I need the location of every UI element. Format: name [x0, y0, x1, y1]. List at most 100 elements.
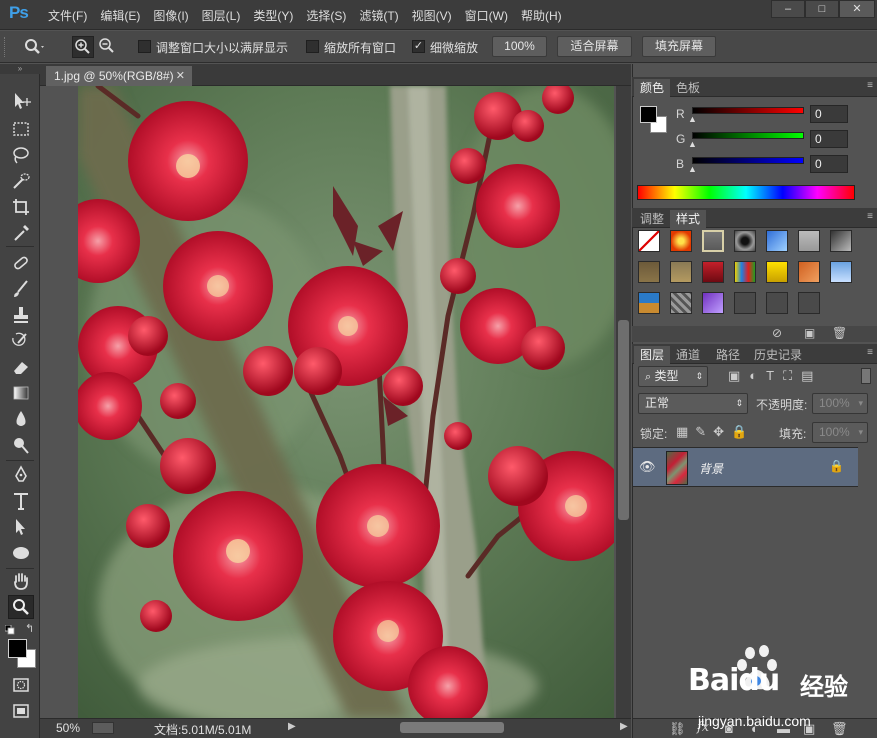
- close-button[interactable]: ✕: [839, 0, 875, 18]
- menu-item-3[interactable]: 图层(L): [202, 7, 241, 24]
- b-value-field[interactable]: 0: [810, 155, 848, 173]
- toolbar-collapse-icon[interactable]: »: [0, 64, 40, 74]
- document-tab-close-icon[interactable]: ✕: [176, 66, 185, 86]
- style-preset-4[interactable]: [766, 230, 788, 252]
- fit-screen-button[interactable]: 适合屏幕: [557, 36, 632, 57]
- blend-mode-dropdown[interactable]: 正常 ⇕: [638, 393, 748, 414]
- tab-paths[interactable]: 路径: [710, 346, 746, 364]
- tab-swatches[interactable]: 色板: [670, 79, 706, 97]
- zoom-level[interactable]: 50%: [56, 721, 80, 735]
- style-preset-9[interactable]: [702, 261, 724, 283]
- menu-item-1[interactable]: 编辑(E): [100, 7, 140, 24]
- lasso-tool-icon[interactable]: [8, 144, 34, 168]
- style-preset-19[interactable]: [798, 292, 820, 314]
- style-preset-17[interactable]: [734, 292, 756, 314]
- g-slider[interactable]: [692, 132, 804, 139]
- style-preset-18[interactable]: [766, 292, 788, 314]
- gradient-tool-icon[interactable]: [8, 382, 34, 406]
- blur-tool-icon[interactable]: [8, 408, 34, 432]
- menu-item-0[interactable]: 文件(F): [48, 7, 87, 24]
- style-preset-1[interactable]: [670, 230, 692, 252]
- layer-name[interactable]: 背景: [699, 460, 723, 477]
- tab-color[interactable]: 颜色: [634, 79, 671, 97]
- layer-visibility-eye-icon[interactable]: 👁: [639, 459, 656, 475]
- style-preset-0[interactable]: [638, 230, 660, 252]
- delete-style-icon[interactable]: 🗑: [832, 326, 847, 340]
- document-image[interactable]: [78, 86, 614, 718]
- tab-channels[interactable]: 通道: [670, 346, 706, 364]
- swap-colors-icon[interactable]: ↰: [25, 623, 37, 635]
- pen-tool-icon[interactable]: [8, 464, 34, 488]
- quick-selection-tool-icon[interactable]: [8, 170, 34, 194]
- new-style-icon[interactable]: ▣: [804, 326, 815, 340]
- history-brush-tool-icon[interactable]: [8, 330, 34, 354]
- style-preset-16[interactable]: [702, 292, 724, 314]
- layer-filter-toggle[interactable]: [861, 368, 871, 384]
- brush-tool-icon[interactable]: [8, 278, 34, 302]
- style-preset-6[interactable]: [830, 230, 852, 252]
- clone-stamp-tool-icon[interactable]: [8, 304, 34, 328]
- layer-filter-dropdown[interactable]: ⌕ 类型 ⇕: [638, 366, 708, 387]
- layer-row-background[interactable]: 👁 背景 🔒: [633, 447, 858, 487]
- color-spectrum-bar[interactable]: [637, 185, 855, 200]
- styles-panel-menu-icon[interactable]: ≡: [867, 211, 873, 222]
- lock-icons[interactable]: ▦✎✥🔒: [676, 424, 754, 440]
- zoom-out-icon[interactable]: [96, 36, 118, 58]
- status-menu-arrow-icon[interactable]: ▶: [288, 721, 296, 732]
- tab-layers[interactable]: 图层: [634, 346, 671, 364]
- b-slider[interactable]: [692, 157, 804, 164]
- style-preset-12[interactable]: [798, 261, 820, 283]
- style-preset-8[interactable]: [670, 261, 692, 283]
- color-panel-menu-icon[interactable]: ≡: [867, 80, 873, 91]
- crop-tool-icon[interactable]: [8, 196, 34, 220]
- type-tool-icon[interactable]: [8, 490, 34, 514]
- zoom-in-icon[interactable]: [72, 36, 94, 58]
- fill-field[interactable]: 100% ▾: [812, 422, 868, 443]
- zoom-all-windows-checkbox[interactable]: [306, 40, 319, 53]
- tab-styles[interactable]: 样式: [670, 210, 707, 228]
- eraser-tool-icon[interactable]: [8, 356, 34, 380]
- menu-item-9[interactable]: 帮助(H): [521, 7, 562, 24]
- screen-mode-icon[interactable]: [8, 700, 34, 724]
- g-slider-handle-icon[interactable]: ▲: [688, 139, 697, 149]
- style-preset-2[interactable]: [702, 230, 724, 252]
- style-preset-10[interactable]: [734, 261, 756, 283]
- color-panel-foreground-swatch[interactable]: [640, 106, 657, 123]
- menu-item-8[interactable]: 窗口(W): [465, 7, 508, 24]
- status-info-icon[interactable]: [92, 722, 114, 734]
- minimize-button[interactable]: –: [771, 0, 805, 18]
- marquee-tool-icon[interactable]: [8, 118, 34, 142]
- hand-tool-icon[interactable]: [8, 570, 34, 594]
- g-value-field[interactable]: 0: [810, 130, 848, 148]
- foreground-color-swatch-front[interactable]: [8, 639, 27, 658]
- menu-item-6[interactable]: 滤镜(T): [359, 7, 398, 24]
- style-preset-3[interactable]: [734, 230, 756, 252]
- tab-adjustments[interactable]: 调整: [634, 210, 670, 228]
- restore-button[interactable]: □: [805, 0, 839, 18]
- vertical-scroll-thumb[interactable]: [618, 320, 629, 520]
- b-slider-handle-icon[interactable]: ▲: [688, 164, 697, 174]
- menu-item-7[interactable]: 视图(V): [412, 7, 452, 24]
- zoom-tool-preset-icon[interactable]: [22, 36, 44, 58]
- eyedropper-tool-icon[interactable]: [8, 222, 34, 246]
- default-colors-icon[interactable]: [4, 624, 15, 635]
- r-slider-handle-icon[interactable]: ▲: [688, 114, 697, 124]
- r-slider[interactable]: [692, 107, 804, 114]
- layers-panel-menu-icon[interactable]: ≡: [867, 347, 873, 358]
- layer-filter-type-icons[interactable]: ▣◐T⛶▤: [728, 368, 838, 384]
- document-tab[interactable]: 1.jpg @ 50%(RGB/8#) ✕: [46, 66, 192, 86]
- path-selection-tool-icon[interactable]: [8, 516, 34, 540]
- menu-item-2[interactable]: 图像(I): [153, 7, 188, 24]
- clear-style-icon[interactable]: ⊘: [772, 326, 782, 340]
- scroll-right-arrow-icon[interactable]: ▶: [620, 721, 628, 732]
- fill-screen-button[interactable]: 填充屏幕: [642, 36, 716, 57]
- style-preset-5[interactable]: [798, 230, 820, 252]
- style-preset-11[interactable]: [766, 261, 788, 283]
- style-preset-7[interactable]: [638, 261, 660, 283]
- actual-pixels-button[interactable]: 100%: [492, 36, 547, 57]
- scrubby-zoom-checkbox[interactable]: ✓: [412, 40, 425, 53]
- dodge-tool-icon[interactable]: [8, 434, 34, 458]
- r-value-field[interactable]: 0: [810, 105, 848, 123]
- horizontal-scroll-thumb[interactable]: [400, 722, 504, 733]
- move-tool-icon[interactable]: [8, 90, 34, 114]
